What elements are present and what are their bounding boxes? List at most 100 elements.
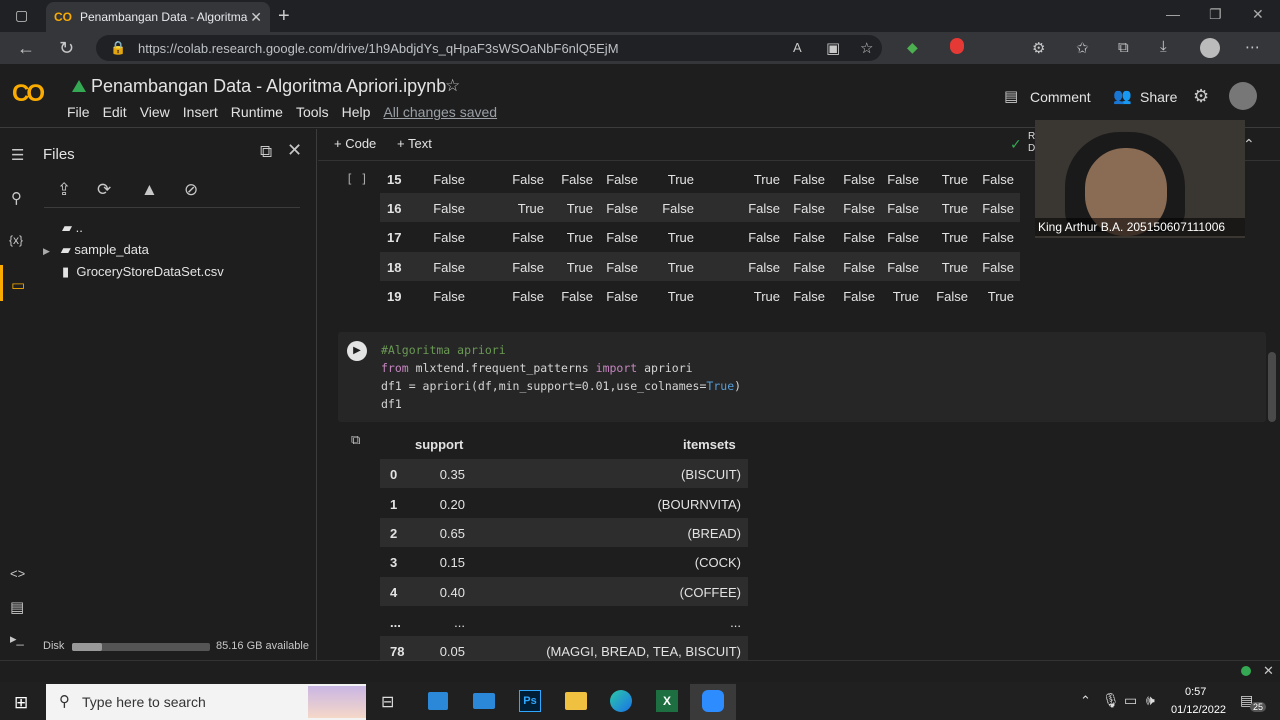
- tray-chevron-icon[interactable]: ⌃: [1080, 693, 1091, 709]
- settings-gear-icon[interactable]: ⚙: [1193, 86, 1209, 107]
- run-cell-button[interactable]: ▶: [347, 341, 367, 361]
- profile-avatar[interactable]: [1200, 38, 1220, 58]
- open-in-tab-icon[interactable]: ⧉: [260, 142, 272, 162]
- itemset-value: (MAGGI, BREAD, TEA, BISCUIT): [546, 644, 741, 659]
- menu-file[interactable]: File: [67, 104, 90, 120]
- table-of-contents-icon[interactable]: ☰: [11, 146, 24, 164]
- store-icon[interactable]: [428, 692, 448, 710]
- file-item-parent[interactable]: ▰ ..: [62, 220, 83, 236]
- tab-actions-icon[interactable]: ▢: [15, 7, 28, 24]
- more-menu-icon[interactable]: ⋯: [1245, 38, 1260, 56]
- file-explorer-icon[interactable]: [565, 692, 587, 710]
- user-avatar[interactable]: [1229, 82, 1257, 110]
- cell-prompt[interactable]: [ ]: [346, 172, 368, 186]
- back-icon[interactable]: ←: [17, 38, 35, 59]
- collections-icon[interactable]: ⧉: [1118, 39, 1129, 56]
- close-panel-icon[interactable]: ✕: [287, 140, 302, 161]
- excel-icon[interactable]: X: [656, 690, 678, 712]
- close-window-icon[interactable]: ✕: [1252, 6, 1264, 23]
- url-text[interactable]: https://colab.research.google.com/drive/…: [138, 41, 619, 56]
- table-cell: False: [793, 230, 825, 245]
- search-highlight-image[interactable]: [308, 686, 366, 718]
- extensions-icon[interactable]: ⚙: [1032, 39, 1045, 57]
- output-row-index: 3: [390, 555, 398, 570]
- minimize-icon[interactable]: —: [1166, 6, 1180, 22]
- comment-button[interactable]: Comment: [1030, 89, 1091, 105]
- output-row: 2 0.65 (BREAD): [380, 518, 748, 547]
- output-row: 0 0.35 (BISCUIT): [380, 459, 748, 488]
- read-aloud-icon[interactable]: A: [793, 40, 802, 55]
- save-status[interactable]: All changes saved: [383, 104, 497, 120]
- itemset-value: (COCK): [694, 555, 741, 570]
- refresh-icon[interactable]: ↻: [59, 38, 74, 59]
- upload-file-icon[interactable]: ⇪: [57, 180, 71, 200]
- address-bar[interactable]: https://colab.research.google.com/drive/…: [96, 35, 882, 61]
- file-item-sample-data[interactable]: ▶ ▰ sample_data: [43, 242, 149, 258]
- close-tab-icon[interactable]: ✕: [250, 9, 262, 26]
- output-row-index: 2: [390, 526, 398, 541]
- new-tab-icon[interactable]: +: [278, 5, 290, 28]
- favorites-icon[interactable]: ✩: [1076, 39, 1089, 57]
- refresh-folder-icon[interactable]: ⟳: [97, 180, 111, 200]
- menu-insert[interactable]: Insert: [183, 104, 218, 120]
- colab-logo[interactable]: CO: [12, 80, 45, 108]
- star-icon[interactable]: ☆: [445, 76, 460, 96]
- maximize-icon[interactable]: ❐: [1209, 6, 1222, 23]
- files-folder-icon[interactable]: ▭: [11, 276, 25, 294]
- menu-edit[interactable]: Edit: [103, 104, 127, 120]
- edge-icon[interactable]: [610, 690, 632, 712]
- status-dot[interactable]: [1241, 666, 1251, 676]
- table-cell: False: [662, 201, 694, 216]
- command-palette-icon[interactable]: ▤: [10, 598, 24, 616]
- task-view-icon[interactable]: ⊟: [381, 692, 394, 712]
- extension-icon[interactable]: ◆: [907, 39, 918, 56]
- code-editor[interactable]: #Algoritma apriori from mlxtend.frequent…: [381, 341, 741, 413]
- table-cell: False: [606, 230, 638, 245]
- windows-start-icon[interactable]: ⊞: [14, 693, 28, 713]
- favorite-star-icon[interactable]: ☆: [860, 39, 873, 57]
- immersive-reader-icon[interactable]: ▣: [826, 39, 840, 57]
- search-icon[interactable]: ⚲: [11, 189, 22, 207]
- volume-icon[interactable]: 🕪: [1146, 692, 1155, 709]
- share-people-icon[interactable]: 👥: [1113, 87, 1132, 105]
- file-item-csv[interactable]: ▮ GroceryStoreDataSet.csv: [62, 264, 224, 280]
- expand-arrow-icon[interactable]: ▶: [43, 246, 50, 256]
- hide-files-icon[interactable]: ⊘: [184, 180, 198, 200]
- zoom-icon[interactable]: [702, 690, 724, 712]
- close-status-icon[interactable]: ✕: [1263, 663, 1274, 679]
- table-row: 17 False False True False True False False False…: [380, 222, 1020, 251]
- code-snippets-icon[interactable]: <>: [10, 566, 25, 581]
- mount-drive-icon[interactable]: ▲: [141, 180, 158, 200]
- downloads-icon[interactable]: ⤓: [1160, 38, 1167, 55]
- scrollbar-thumb[interactable]: [1268, 352, 1276, 422]
- recording-extension-icon[interactable]: [950, 38, 964, 54]
- table-cell: False: [606, 201, 638, 216]
- browser-tab[interactable]: CO Penambangan Data - Algoritma ✕: [46, 2, 270, 32]
- variables-icon[interactable]: {x}: [9, 233, 23, 247]
- microphone-icon[interactable]: 🎙: [1102, 692, 1120, 709]
- output-actions-icon[interactable]: ⧉: [351, 432, 360, 448]
- menu-runtime[interactable]: Runtime: [231, 104, 283, 120]
- table-cell: False: [433, 289, 465, 304]
- add-text-button[interactable]: + Text: [397, 136, 432, 151]
- connected-check-icon[interactable]: ✓: [1010, 136, 1022, 153]
- notebook-title[interactable]: Penambangan Data - Algoritma Apriori.ipy…: [91, 76, 446, 97]
- code-keyword-from: from: [381, 361, 409, 375]
- lock-icon[interactable]: 🔒: [110, 40, 126, 56]
- clock-date[interactable]: 01/12/2022: [1171, 704, 1226, 716]
- share-button[interactable]: Share: [1140, 89, 1177, 105]
- photoshop-icon[interactable]: Ps: [519, 690, 541, 712]
- menu-view[interactable]: View: [140, 104, 170, 120]
- clock-time[interactable]: 0:57: [1185, 686, 1206, 698]
- row-index: 15: [387, 172, 402, 187]
- network-icon[interactable]: ▭: [1124, 692, 1137, 709]
- mail-icon[interactable]: [473, 693, 495, 709]
- table-row: 18 False False True False True False False False…: [380, 252, 1020, 281]
- status-strip: [0, 660, 1280, 682]
- menu-tools[interactable]: Tools: [296, 104, 329, 120]
- menu-help[interactable]: Help: [342, 104, 371, 120]
- add-code-button[interactable]: + Code: [334, 136, 376, 151]
- disk-usage-bar: [72, 643, 210, 651]
- terminal-icon[interactable]: ▸_: [10, 631, 24, 647]
- comment-icon[interactable]: ▤: [1004, 87, 1018, 105]
